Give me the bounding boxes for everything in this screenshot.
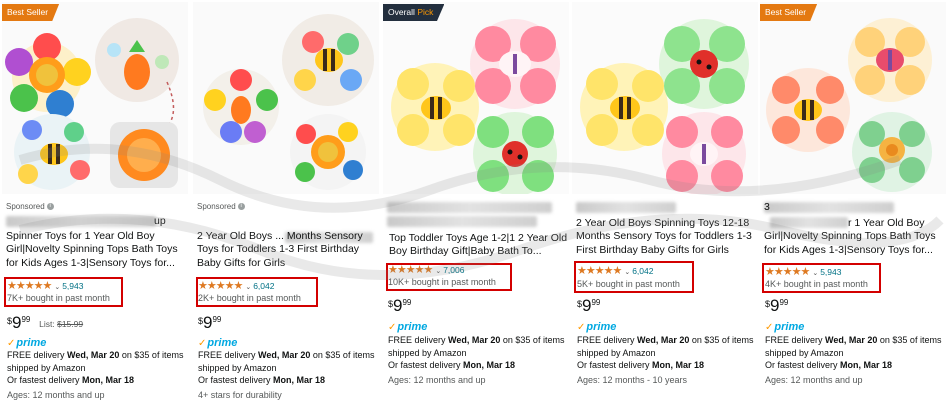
butterfly-spinner-icon <box>662 112 746 194</box>
delivery-info: FREE delivery Wed, Mar 20 on $35 of item… <box>765 335 942 371</box>
title-partial: 3 <box>764 201 770 213</box>
highlight-box <box>762 263 881 293</box>
bee-spinner-icon <box>14 114 90 190</box>
product-image[interactable] <box>383 2 569 194</box>
redacted-brand <box>576 202 676 213</box>
delivery-info: FREE delivery Wed, Mar 20 on $35 of item… <box>388 335 565 371</box>
price[interactable]: $999 <box>198 313 221 333</box>
product-card[interactable]: Best Seller 3 r 1 Year Old Boy Girl|Nove… <box>760 0 946 405</box>
butterfly-spinner-icon <box>470 19 560 109</box>
product-card[interactable]: 2 Year Old Boys Spinning Toys 12-18 Mont… <box>572 0 758 405</box>
ages-info: Ages: 12 months and up <box>388 375 486 385</box>
product-image[interactable] <box>572 2 758 194</box>
bee-spinner-icon <box>766 68 850 152</box>
ladybug-spinner-icon <box>473 112 557 194</box>
info-icon[interactable]: i <box>237 203 245 211</box>
delivery-info: FREE delivery Wed, Mar 20 on $35 of item… <box>577 335 754 371</box>
redacted-title <box>387 216 537 227</box>
check-icon: ✓ <box>198 338 207 349</box>
price[interactable]: $999 <box>577 296 600 316</box>
sponsored-label[interactable]: Sponsored i <box>6 202 54 211</box>
highlight-box <box>574 261 694 293</box>
carrot-spinner-icon <box>203 69 279 145</box>
prime-logo: ✓prime <box>577 321 617 333</box>
delivery-info: FREE delivery Wed, Mar 20 on $35 of item… <box>198 350 375 386</box>
product-title[interactable]: Spinner Toys for 1 Year Old Boy Girl|Nov… <box>6 230 188 270</box>
product-image[interactable] <box>760 2 946 194</box>
bee-spinner-icon <box>282 14 374 106</box>
highlight-box <box>4 277 123 307</box>
orange-cup-icon <box>110 122 178 188</box>
check-icon: ✓ <box>388 322 397 333</box>
product-title[interactable]: 2 Year Old Boys ... Months Sensory Toys … <box>197 230 379 270</box>
product-title[interactable]: 2 Year Old Boys Spinning Toys 12-18 Mont… <box>576 217 758 257</box>
prime-logo: ✓prime <box>388 321 428 333</box>
product-title[interactable]: Top Toddler Toys Age 1-2|1 2 Year Old Bo… <box>389 232 569 259</box>
check-icon: ✓ <box>7 338 16 349</box>
redacted-brand <box>387 202 552 213</box>
info-icon[interactable]: i <box>46 203 54 211</box>
redacted-brand <box>764 202 894 213</box>
ages-info: Ages: 12 months and up <box>7 390 105 400</box>
delivery-info: FREE delivery Wed, Mar 20 on $35 of item… <box>7 350 184 386</box>
carrot-spinner-icon <box>95 18 179 102</box>
product-card[interactable]: Overall Pick Top Toddler Toys Age 1-2|1 … <box>383 0 569 405</box>
ages-info: Ages: 12 months - 10 years <box>577 375 688 385</box>
product-image[interactable] <box>193 2 379 194</box>
title-partial: up <box>154 215 166 227</box>
snail-spinner-icon <box>852 112 932 192</box>
price[interactable]: $999 List: $15.99 <box>7 313 83 333</box>
highlight-box <box>386 263 512 291</box>
product-title[interactable]: r 1 Year Old Boy Girl|Novelty Spinning T… <box>764 217 946 257</box>
durability-info: 4+ stars for durability <box>198 390 282 400</box>
butterfly-spinner-icon <box>848 18 932 102</box>
best-seller-badge: Best Seller <box>760 4 818 21</box>
prime-logo: ✓prime <box>765 321 805 333</box>
list-price: List: $15.99 <box>39 318 84 329</box>
prime-logo: ✓prime <box>198 337 238 349</box>
product-card[interactable]: Best Seller Sponsored i Spinner Toys for … <box>2 0 188 405</box>
ladybug-spinner-icon <box>659 19 749 109</box>
check-icon: ✓ <box>765 322 774 333</box>
ages-info: Ages: 12 months and up <box>765 375 863 385</box>
product-card[interactable]: Sponsored i 2 Year Old Boys ... Months Se… <box>193 0 379 405</box>
price[interactable]: $999 <box>765 296 788 316</box>
best-seller-badge: Best Seller <box>2 4 60 21</box>
overall-pick-badge: Overall Pick <box>383 4 445 21</box>
price[interactable]: $999 <box>388 296 411 316</box>
bee-spinner-icon <box>391 63 479 151</box>
prime-logo: ✓prime <box>7 337 47 349</box>
check-icon: ✓ <box>577 322 586 333</box>
search-results-grid: Best Seller Sponsored i Spinner Toys for … <box>0 0 949 405</box>
sunflower-spinner-icon <box>290 114 366 190</box>
bee-spinner-icon <box>580 63 668 151</box>
sponsored-label[interactable]: Sponsored i <box>197 202 245 211</box>
redacted-brand <box>6 216 156 227</box>
highlight-box <box>196 277 318 307</box>
product-image[interactable] <box>2 2 188 194</box>
